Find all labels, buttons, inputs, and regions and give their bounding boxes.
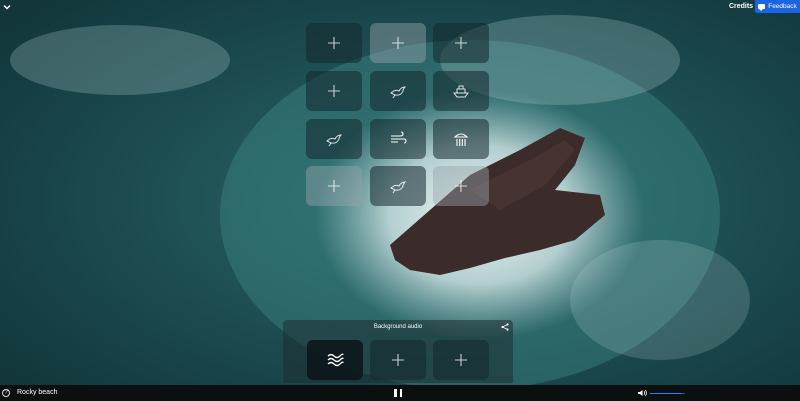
bird-icon bbox=[326, 134, 343, 147]
plus-icon bbox=[328, 37, 340, 49]
bird-icon bbox=[390, 181, 407, 194]
plus-icon bbox=[392, 354, 404, 366]
help-icon[interactable]: ? bbox=[2, 389, 10, 397]
sound-slot[interactable] bbox=[433, 119, 489, 159]
volume-slider-fill bbox=[650, 393, 682, 394]
pause-icon-left-bar bbox=[394, 389, 397, 397]
sound-slot[interactable] bbox=[370, 71, 426, 111]
background-audio-slot[interactable] bbox=[370, 340, 426, 380]
wind-icon bbox=[391, 131, 407, 144]
sound-slot[interactable] bbox=[433, 71, 489, 111]
chevron-down-icon bbox=[3, 5, 11, 10]
feedback-label: Feedback bbox=[768, 3, 797, 10]
background-audio-slot-active[interactable] bbox=[307, 340, 363, 380]
playback-bar: ? Rocky beach bbox=[0, 385, 800, 401]
pause-icon-right-bar bbox=[399, 389, 402, 397]
background-audio-slot[interactable] bbox=[433, 340, 489, 380]
boat-icon bbox=[453, 85, 469, 98]
sound-slot[interactable] bbox=[306, 23, 362, 63]
waves-icon bbox=[327, 353, 344, 367]
scene-name: Rocky beach bbox=[17, 389, 58, 396]
plus-icon bbox=[455, 37, 467, 49]
plus-icon bbox=[392, 37, 404, 49]
sound-slot[interactable] bbox=[370, 119, 426, 159]
chat-bubble-icon bbox=[758, 4, 766, 11]
sound-slot[interactable] bbox=[433, 166, 489, 206]
volume-slider[interactable] bbox=[650, 393, 685, 394]
sound-slot[interactable] bbox=[306, 166, 362, 206]
sound-slot[interactable] bbox=[370, 166, 426, 206]
plus-icon bbox=[328, 85, 340, 97]
feedback-button[interactable]: Feedback bbox=[755, 0, 800, 13]
plus-icon bbox=[328, 180, 340, 192]
plus-icon bbox=[455, 354, 467, 366]
collapse-chevron-button[interactable] bbox=[0, 0, 14, 14]
pause-button[interactable] bbox=[394, 389, 402, 397]
background-audio-title: Background audio bbox=[373, 324, 423, 330]
plus-icon bbox=[455, 180, 467, 192]
scene-stage: Credits Feedback Background audio ? Rock… bbox=[0, 0, 800, 401]
credits-link[interactable]: Credits bbox=[726, 0, 756, 12]
share-icon[interactable] bbox=[501, 323, 509, 331]
rain-shower-icon bbox=[453, 133, 469, 146]
bird-icon bbox=[390, 86, 407, 99]
sound-slot[interactable] bbox=[370, 23, 426, 63]
sound-slot[interactable] bbox=[306, 71, 362, 111]
sound-slot[interactable] bbox=[433, 23, 489, 63]
volume-icon[interactable] bbox=[638, 389, 648, 397]
sound-slot[interactable] bbox=[306, 119, 362, 159]
background-audio-panel: Background audio bbox=[283, 320, 513, 383]
